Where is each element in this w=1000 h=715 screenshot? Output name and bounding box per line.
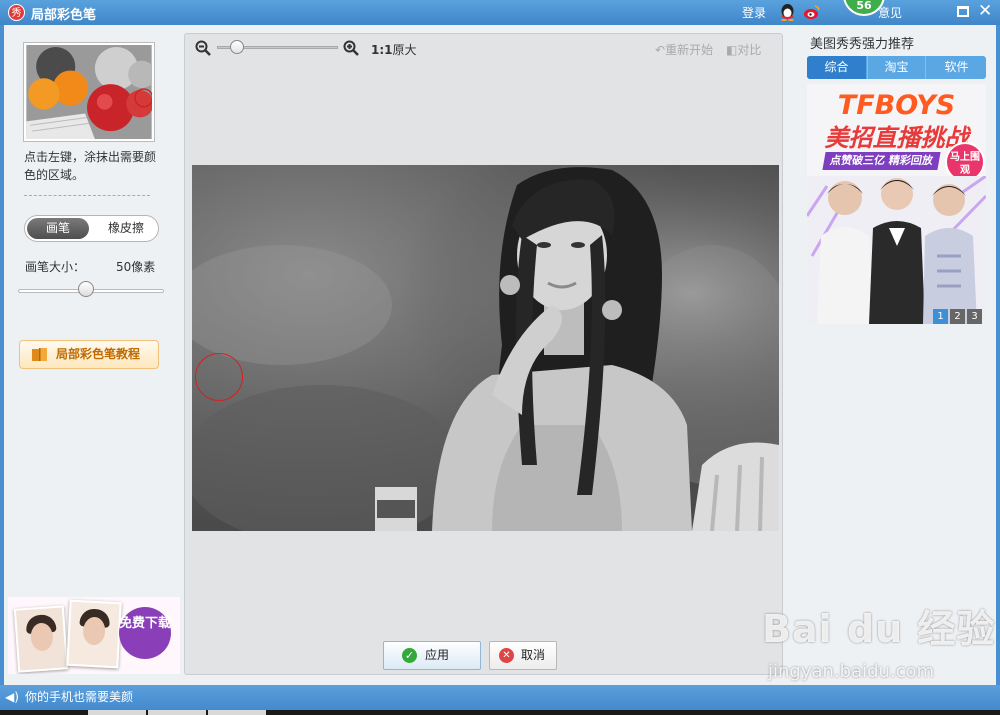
title-bar: 秀 局部彩色笔 登录 56 意见 ✕ (0, 0, 1000, 25)
free-download-badge[interactable]: 免费下载 (119, 607, 171, 659)
cancel-button[interactable]: ✕ 取消 (489, 641, 557, 670)
watermark-brand: Bai du 经验 (762, 607, 996, 651)
divider (24, 195, 150, 196)
actual-size-label: 原大 (392, 43, 417, 57)
book-icon (32, 348, 47, 361)
compare-button[interactable]: ◧对比 (726, 41, 761, 58)
undo-arrow-icon: ↶ (655, 43, 666, 57)
brush-size-value: 50像素 (116, 260, 156, 274)
portrait-photo (192, 165, 779, 531)
baidu-watermark: Bai du 经验 jingyan.baidu.com (762, 607, 996, 682)
weibo-icon[interactable] (803, 3, 821, 21)
photo-canvas[interactable] (192, 165, 779, 531)
eraser-mode-button[interactable]: 橡皮擦 (95, 218, 157, 239)
status-message[interactable]: 你的手机也需要美颜 (25, 688, 133, 705)
tab-taobao[interactable]: 淘宝 (867, 56, 926, 79)
check-icon: ✓ (402, 648, 417, 663)
pager-page-1[interactable]: 1 (933, 309, 948, 324)
banner-headline: TFBOYS (837, 90, 956, 121)
recommend-title: 美图秀秀强力推荐 (810, 37, 915, 52)
brush-size-label: 画笔大小： (25, 260, 86, 274)
tutorial-label: 局部彩色笔教程 (56, 347, 141, 361)
close-circle-icon: ✕ (499, 648, 514, 663)
tab-software[interactable]: 软件 (927, 56, 986, 79)
zoom-out-icon[interactable] (195, 40, 211, 56)
promo-banner[interactable]: TFBOYS 美招直播挑战 点赞破三亿 精彩回放 马上围观 (807, 84, 986, 324)
taskbar-item[interactable] (88, 710, 146, 715)
compare-icon: ◧ (726, 43, 738, 57)
app-icon: 秀 (8, 4, 25, 21)
ratio-label: 1:1 (371, 43, 393, 57)
banner-tagline: 点赞破三亿 精彩回放 (822, 152, 941, 170)
zoom-in-icon[interactable] (343, 40, 359, 56)
left-panel: 点击左键，涂抹出需要颜色的区域。 画笔 橡皮擦 画笔大小： 50像素 局部彩色笔… (8, 25, 180, 685)
maximize-button[interactable] (957, 6, 969, 17)
status-bar: ◀) 你的手机也需要美颜 (0, 685, 1000, 715)
brush-size-handle[interactable] (78, 281, 94, 297)
banner-group-photo (807, 176, 986, 324)
mode-toggle: 画笔 橡皮擦 (24, 215, 159, 242)
apply-label: 应用 (425, 648, 450, 662)
ad-photo-after (66, 599, 122, 669)
restart-button[interactable]: ↶重新开始 (655, 41, 713, 58)
actual-size-button[interactable]: 1:1原大 (371, 41, 417, 58)
canvas-toolbar: 1:1原大 ↶重新开始 ◧对比 (185, 34, 782, 62)
ad-photo-before (13, 605, 69, 673)
brush-mode-button[interactable]: 画笔 (27, 218, 89, 239)
window-title: 局部彩色笔 (31, 8, 97, 23)
recommend-tabs: 综合 淘宝 软件 (807, 56, 986, 79)
editor-canvas-panel: 1:1原大 ↶重新开始 ◧对比 ✓ 应用 ✕ 取消 (184, 33, 783, 675)
login-link[interactable]: 登录 (742, 4, 766, 21)
restart-label: 重新开始 (665, 43, 714, 57)
usage-hint: 点击左键，涂抹出需要颜色的区域。 (24, 150, 157, 182)
tab-general[interactable]: 综合 (807, 56, 866, 79)
close-button[interactable]: ✕ (978, 1, 992, 21)
pager-page-3[interactable]: 3 (967, 309, 982, 324)
taskbar-item[interactable] (208, 710, 266, 715)
feedback-link[interactable]: 意见 (878, 4, 902, 21)
qq-icon[interactable] (779, 3, 796, 21)
apply-button[interactable]: ✓ 应用 (383, 641, 481, 670)
example-thumbnail (23, 42, 155, 142)
pager-page-2[interactable]: 2 (950, 309, 965, 324)
fruit-image (26, 45, 152, 139)
compare-label: 对比 (737, 43, 762, 57)
brush-cursor (195, 353, 243, 401)
zoom-slider-handle[interactable] (230, 40, 244, 54)
tutorial-button[interactable]: 局部彩色笔教程 (19, 340, 159, 369)
beauty-app-ad[interactable]: 免费下载 (8, 597, 180, 674)
taskbar-item[interactable] (148, 710, 206, 715)
cancel-label: 取消 (521, 648, 546, 662)
watermark-url: jingyan.baidu.com (768, 661, 935, 682)
speaker-icon: ◀) (5, 690, 19, 704)
